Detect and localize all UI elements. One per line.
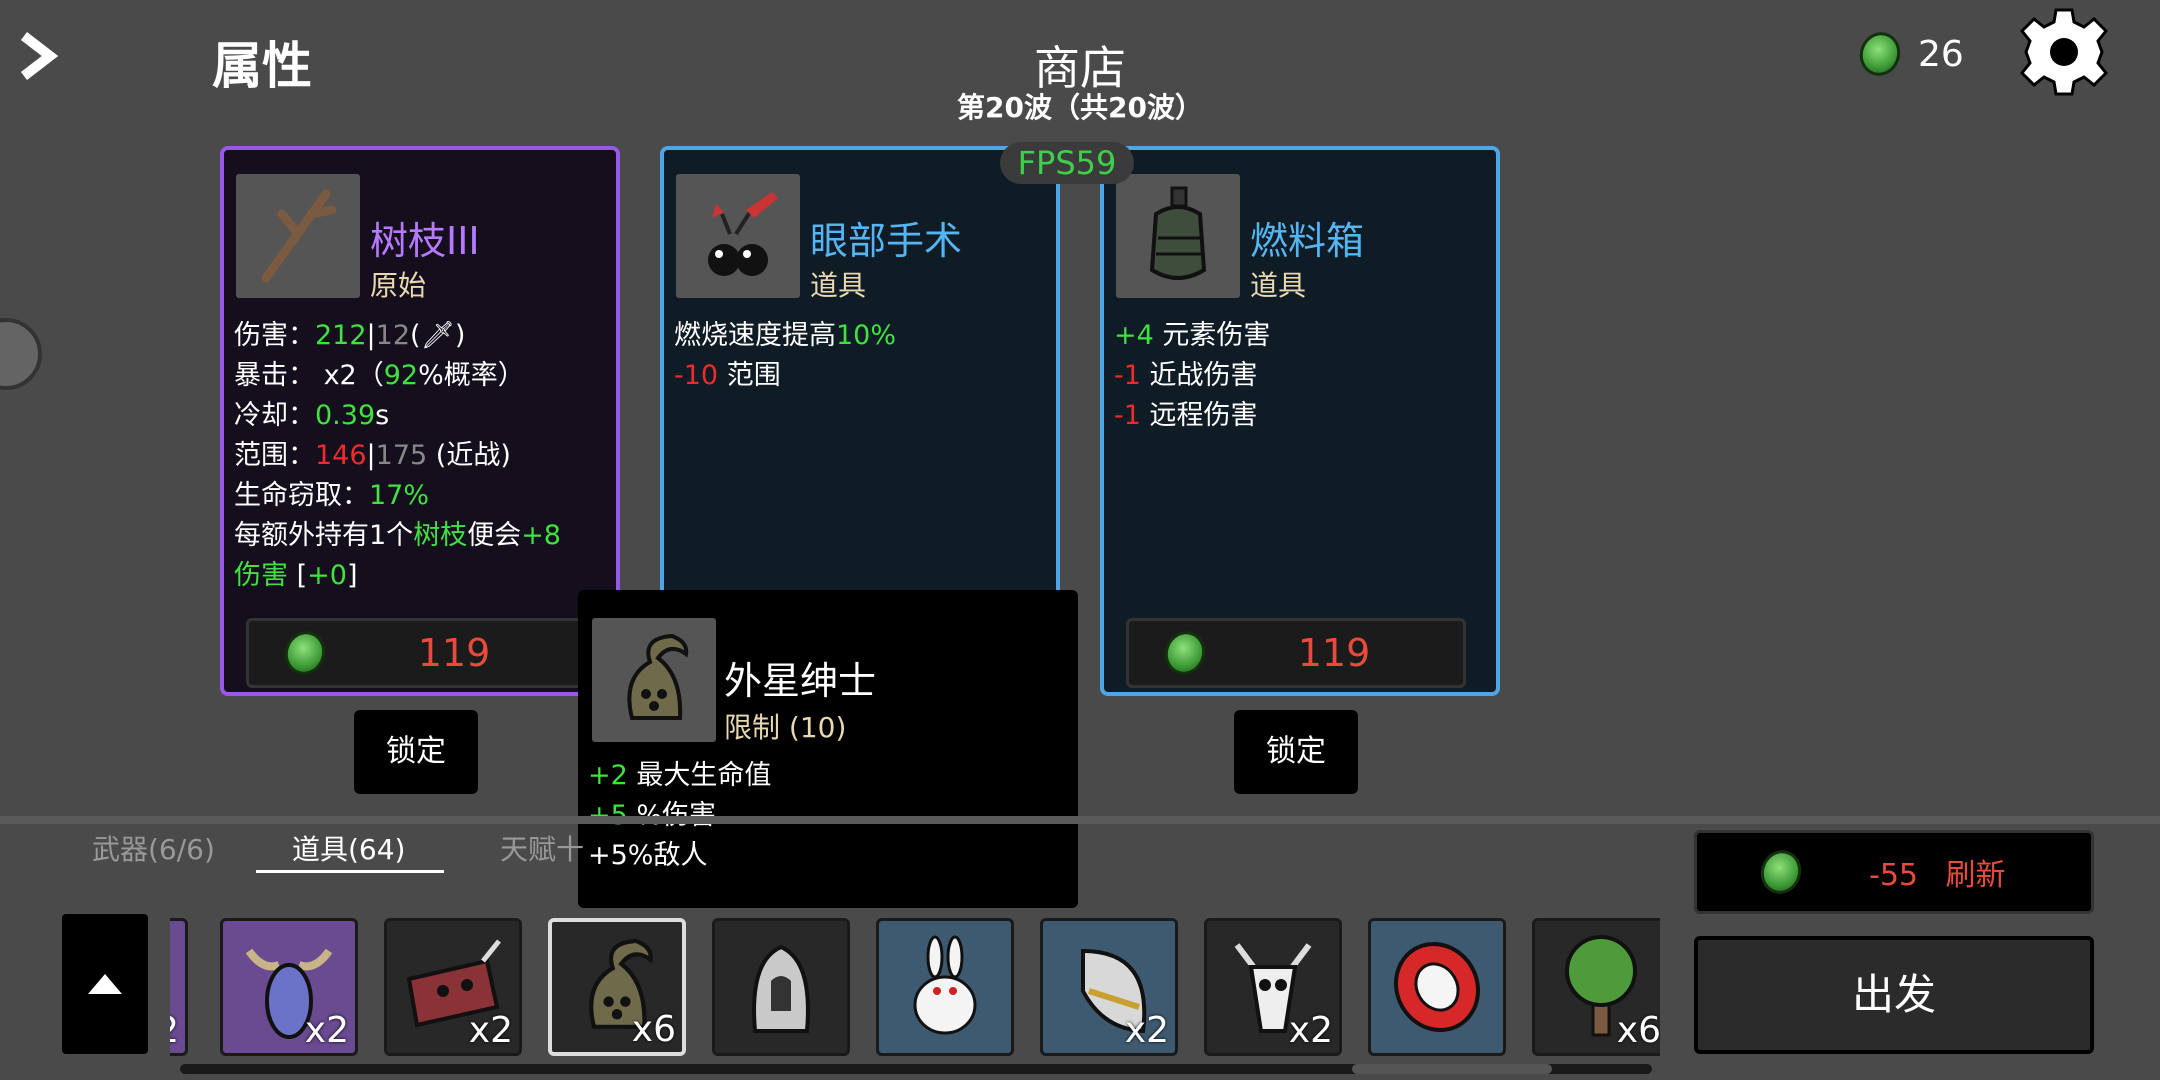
material-coin-icon [278, 625, 332, 681]
tooltip-name: 外星绅士 [724, 659, 877, 703]
shop-card-fuel-tank[interactable]: 燃料箱 道具 +4 元素伤害 -1 近战伤害 -1 远程伤害 119 [1100, 146, 1500, 696]
item-type: 原始 [370, 269, 427, 302]
item-type: 道具 [1250, 269, 1307, 302]
twig-icon [236, 174, 360, 298]
inventory-slot[interactable]: x2 [384, 918, 522, 1056]
inventory-slot[interactable]: x2 [220, 918, 358, 1056]
price-value: 119 [1297, 631, 1371, 675]
inventory-slot[interactable]: x6 [1532, 918, 1660, 1056]
fuel-tank-icon [1116, 174, 1240, 298]
hooded-figure-icon [752, 944, 810, 1033]
red-disc-icon [1393, 941, 1481, 1033]
expand-up-button[interactable] [62, 914, 148, 1054]
buy-price-button[interactable]: 119 [1126, 618, 1466, 688]
cherry-knife-icon [676, 174, 800, 298]
tooltip-limit: 限制 (10) [724, 711, 847, 744]
item-tooltip: 外星绅士 限制 (10) +2 最大生命值 +5 %伤害 +5%敌人 [578, 590, 1078, 908]
item-name: 树枝III [370, 219, 480, 263]
material-coin-icon [1754, 844, 1808, 900]
gold-counter: 26 [1853, 26, 1964, 82]
inventory-slot[interactable] [876, 918, 1014, 1056]
sword-icon: 🗡 [420, 320, 455, 351]
shop-card-twig[interactable]: 树枝III 原始 伤害：212|12(🗡) 暴击： x2（92%概率） 冷却：0… [220, 146, 620, 696]
tab-talents[interactable]: 天赋十 [500, 828, 584, 868]
go-button[interactable]: 出发 [1694, 936, 2094, 1054]
refresh-button[interactable]: -55 刷新 [1694, 830, 2094, 914]
inventory-slot[interactable]: x2 [1204, 918, 1342, 1056]
item-stats: 燃烧速度提高10% -10 范围 [674, 320, 897, 391]
inventory-slot[interactable] [712, 918, 850, 1056]
item-stats: +4 元素伤害 -1 近战伤害 -1 远程伤害 [1114, 320, 1271, 431]
inventory-slot[interactable]: x2 [1040, 918, 1178, 1056]
item-name: 燃料箱 [1250, 219, 1365, 263]
tab-items[interactable]: 道具(64) [292, 828, 405, 868]
inventory-slot[interactable] [1368, 918, 1506, 1056]
lock-button[interactable]: 锁定 [1234, 710, 1358, 794]
inventory-slot[interactable]: 2 [170, 918, 188, 1056]
divider [0, 816, 2160, 824]
side-badge[interactable] [0, 318, 42, 390]
gold-amount: 26 [1918, 33, 1964, 75]
item-type: 道具 [810, 269, 867, 302]
material-coin-icon [1158, 625, 1212, 681]
item-stats: 伤害：212|12(🗡) 暴击： x2（92%概率） 冷却：0.39s 范围：1… [234, 320, 561, 591]
lock-button[interactable]: 锁定 [354, 710, 478, 794]
tab-weapons[interactable]: 武器(6/6) [92, 828, 215, 868]
settings-gear-icon[interactable] [2018, 6, 2110, 98]
inventory-strip: 2 x2 x2 x6 [170, 914, 1660, 1060]
wave-indicator: 第20波（共20波） [957, 91, 1203, 124]
price-value: 119 [417, 631, 491, 675]
buy-price-button[interactable]: 119 [246, 618, 586, 688]
fps-counter: FPS59 [1000, 142, 1134, 184]
item-name: 眼部手术 [810, 219, 963, 263]
scrollbar-thumb[interactable] [1352, 1064, 1552, 1074]
rabbit-icon [913, 935, 977, 1035]
tab-underline [256, 870, 444, 873]
inventory-slot-selected[interactable]: x6 [548, 918, 686, 1056]
alien-gentleman-icon [592, 618, 716, 742]
material-coin-icon [1853, 26, 1907, 82]
refresh-label: -55 刷新 [1869, 858, 2006, 893]
